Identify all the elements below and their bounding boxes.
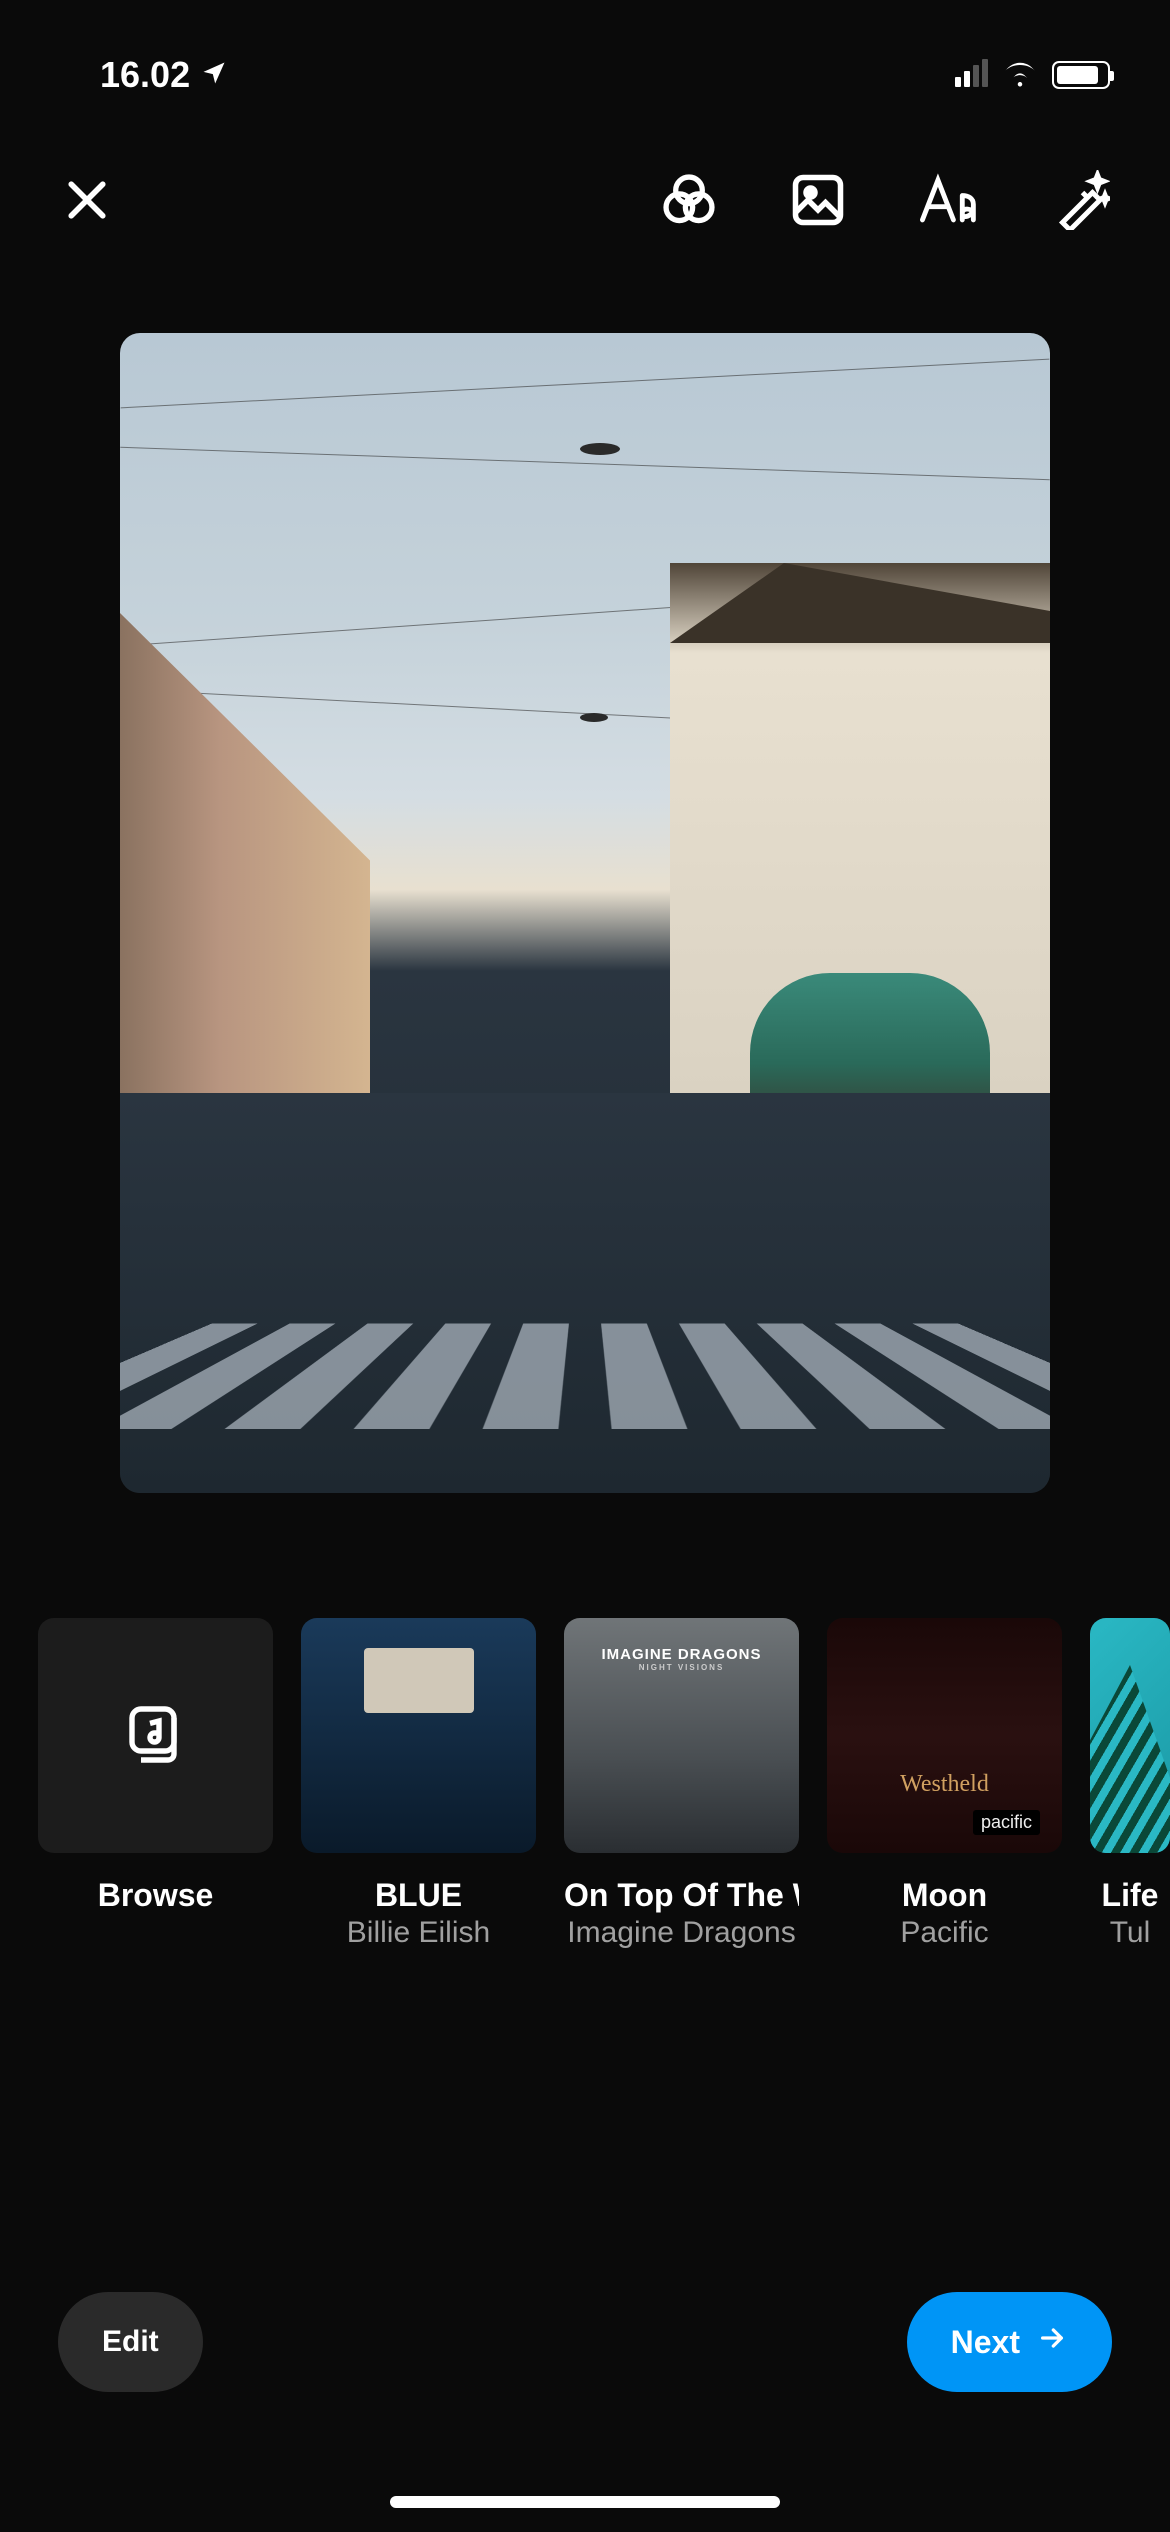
top-toolbar (0, 120, 1170, 273)
time-text: 16.02 (100, 54, 190, 96)
arrow-right-icon (1036, 2322, 1068, 2362)
music-track-on-top[interactable]: IMAGINE DRAGONS NIGHT VISIONS On Top Of … (564, 1618, 799, 1950)
track-title: Moon (902, 1877, 987, 1914)
browse-music-button[interactable]: Browse (38, 1618, 273, 1950)
image-preview[interactable] (120, 333, 1050, 1493)
track-title: Life (1102, 1877, 1159, 1914)
album-cover (1090, 1618, 1170, 1853)
cellular-signal-icon (955, 63, 988, 87)
text-button[interactable] (918, 171, 980, 232)
close-button[interactable] (60, 173, 114, 230)
home-indicator[interactable] (390, 2496, 780, 2508)
status-indicators (955, 59, 1110, 92)
next-button[interactable]: Next (907, 2292, 1112, 2392)
location-icon (200, 54, 228, 96)
text-icon (918, 171, 980, 232)
music-suggestions-row[interactable]: Browse BLUE Billie Eilish IMAGINE DRAGON… (0, 1618, 1170, 1950)
track-title: BLUE (375, 1877, 462, 1914)
image-icon (788, 170, 848, 233)
image-button[interactable] (788, 170, 848, 233)
edit-button[interactable]: Edit (58, 2292, 203, 2392)
album-cover (301, 1618, 536, 1853)
status-time: 16.02 (100, 54, 228, 96)
toolbar-actions (660, 170, 1110, 233)
filters-button[interactable] (660, 171, 718, 232)
effects-button[interactable] (1050, 170, 1110, 233)
next-label: Next (951, 2324, 1020, 2361)
track-artist: Billie Eilish (347, 1916, 490, 1950)
battery-icon (1052, 61, 1110, 89)
track-title: On Top Of The World (564, 1877, 799, 1914)
track-artist: Imagine Dragons (567, 1916, 795, 1950)
music-track-life[interactable]: Life Tul (1090, 1618, 1170, 1950)
status-bar: 16.02 (0, 0, 1170, 120)
browse-label: Browse (98, 1877, 214, 1914)
filters-icon (660, 171, 718, 232)
track-artist: Pacific (900, 1916, 988, 1950)
close-icon (60, 173, 114, 230)
album-cover: IMAGINE DRAGONS NIGHT VISIONS (564, 1618, 799, 1853)
bottom-action-bar: Edit Next (0, 2292, 1170, 2392)
track-artist: Tul (1110, 1916, 1151, 1950)
browse-music-cover (38, 1618, 273, 1853)
album-cover: Westheld pacific (827, 1618, 1062, 1853)
music-track-moon[interactable]: Westheld pacific Moon Pacific (827, 1618, 1062, 1950)
magic-wand-icon (1050, 170, 1110, 233)
music-track-blue[interactable]: BLUE Billie Eilish (301, 1618, 536, 1950)
music-note-icon (120, 1697, 192, 1774)
wifi-icon (1002, 59, 1038, 92)
